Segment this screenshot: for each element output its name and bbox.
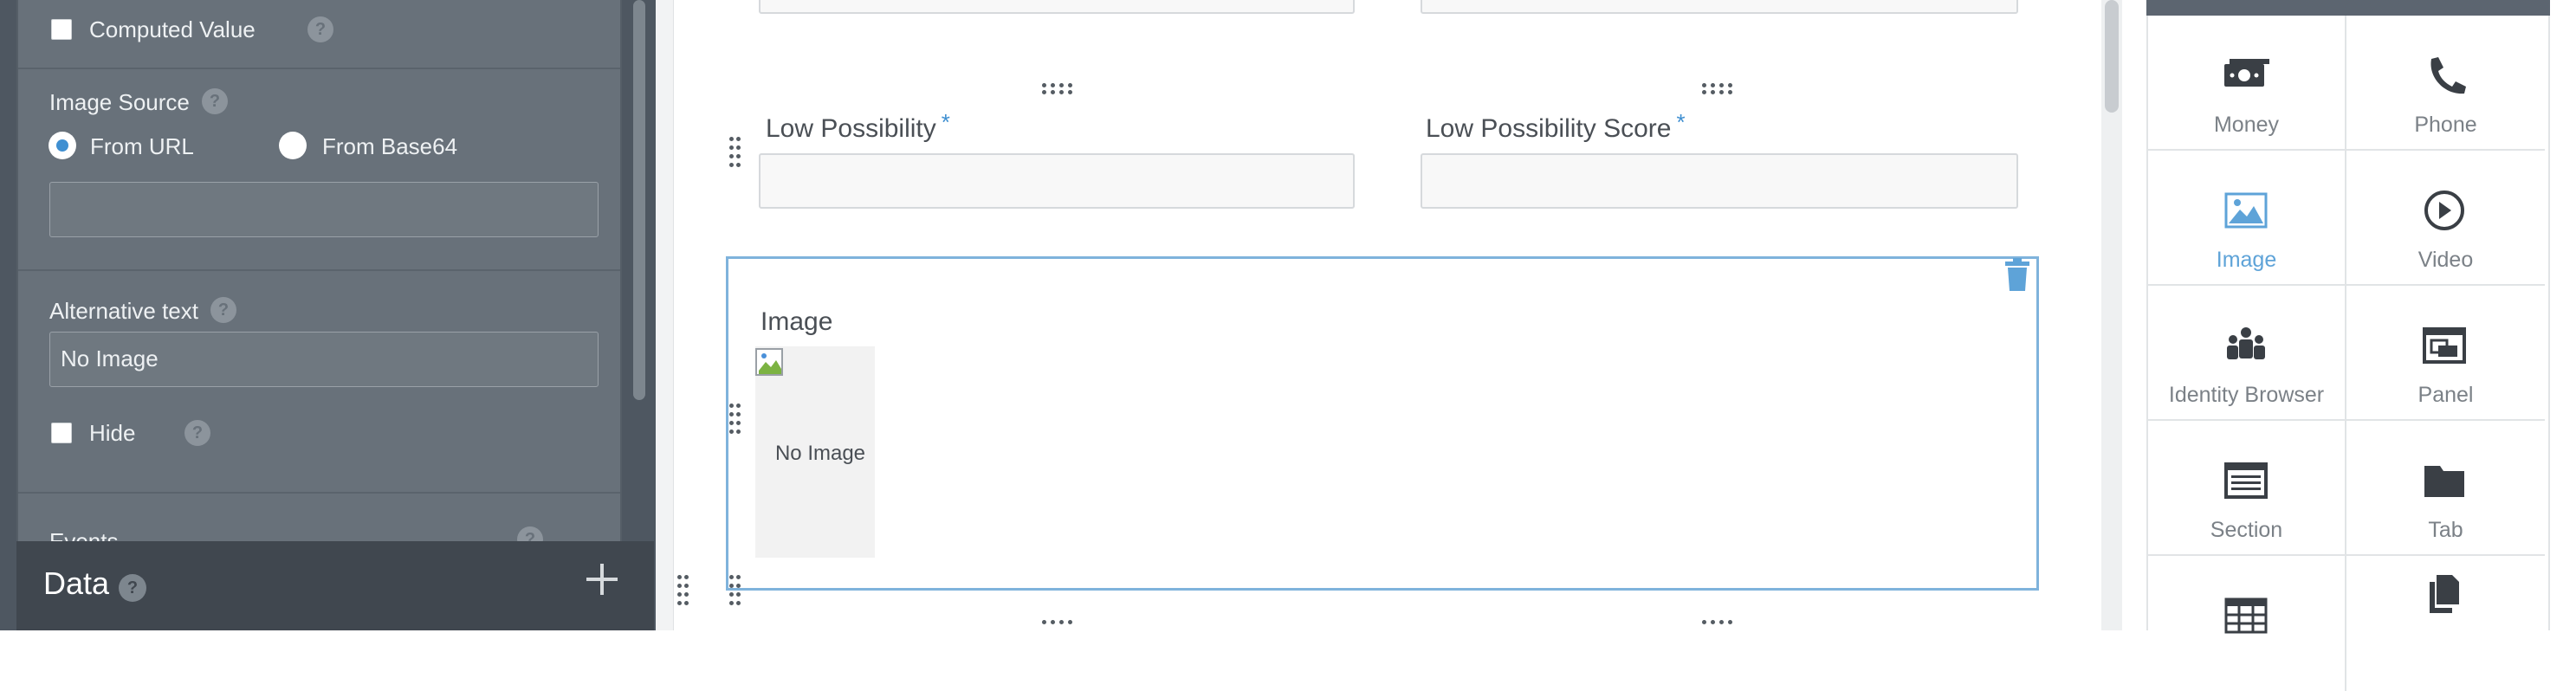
image-widget[interactable] xyxy=(726,256,2039,591)
computed-value-label: Computed Value xyxy=(89,16,256,42)
data-help-icon[interactable]: ? xyxy=(119,574,146,602)
palette-tile-table[interactable] xyxy=(2148,556,2346,691)
image-source-help-icon[interactable]: ? xyxy=(202,88,228,114)
from-url-radio[interactable] xyxy=(49,132,76,159)
from-base64-label: From Base64 xyxy=(322,133,458,159)
palette-tile-label: Identity Browser xyxy=(2168,383,2325,407)
palette-tile-label: Money xyxy=(2213,113,2280,137)
palette-tile-label: Panel xyxy=(2417,383,2474,407)
field-input[interactable] xyxy=(759,0,1355,14)
palette-tile-video[interactable]: Video xyxy=(2346,151,2545,286)
row-drag-handle-icon[interactable] xyxy=(729,404,741,435)
palette-tile-label: Phone xyxy=(2414,113,2477,137)
palette-tile-label: Section xyxy=(2210,518,2283,542)
palette-tile-phone[interactable]: Phone xyxy=(2346,16,2545,151)
divider xyxy=(18,492,620,494)
properties-panel-content: Computed Value ? Image Source ? From URL… xyxy=(16,0,622,554)
hide-checkbox[interactable] xyxy=(51,423,72,443)
palette-tile-money[interactable]: Money xyxy=(2148,16,2346,151)
drag-handle-icon[interactable] xyxy=(1042,83,1073,95)
phone-icon xyxy=(2430,57,2466,94)
image-url-input[interactable] xyxy=(49,182,599,237)
palette-tile-section[interactable]: Section xyxy=(2148,421,2346,556)
canvas-scrollbar-thumb[interactable] xyxy=(2105,0,2119,113)
palette-tile-identity-browser[interactable]: Identity Browser xyxy=(2148,286,2346,421)
computed-value-checkbox[interactable] xyxy=(51,19,72,40)
section-icon xyxy=(2224,462,2268,499)
low-possibility-label: Low Possibility * xyxy=(766,109,950,143)
data-title: Data xyxy=(43,565,110,601)
identity-browser-icon xyxy=(2227,327,2265,359)
divider xyxy=(18,269,620,271)
hide-help-icon[interactable]: ? xyxy=(184,420,210,446)
from-base64-radio[interactable] xyxy=(279,132,307,159)
alt-text-help-icon[interactable]: ? xyxy=(210,297,236,323)
data-bar: Data ? xyxy=(16,541,654,630)
low-possibility-input[interactable] xyxy=(759,153,1355,209)
row-drag-handle-icon[interactable] xyxy=(677,575,689,606)
field-input[interactable] xyxy=(1421,0,2018,14)
palette-tile-tab[interactable]: Tab xyxy=(2346,421,2545,556)
palette-tile-copy[interactable] xyxy=(2346,556,2545,691)
drag-handle-icon[interactable] xyxy=(1702,83,1733,95)
palette-tile-label: Video xyxy=(2417,248,2474,272)
image-source-label: Image Source xyxy=(49,89,190,115)
hide-label: Hide xyxy=(89,420,136,446)
palette-tile-panel[interactable]: Panel xyxy=(2346,286,2545,421)
add-data-icon[interactable] xyxy=(581,559,623,600)
row-drag-handle-icon[interactable] xyxy=(729,575,741,606)
alt-text-label: Alternative text xyxy=(49,298,198,324)
tab-icon xyxy=(2424,466,2464,497)
palette-tile-image[interactable]: Image xyxy=(2148,151,2346,286)
palette-tile-label: Image xyxy=(2216,248,2277,272)
properties-scrollbar-thumb[interactable] xyxy=(633,0,645,400)
broken-image-icon xyxy=(755,348,783,376)
image-widget-label: Image xyxy=(761,307,833,336)
low-possibility-score-input[interactable] xyxy=(1421,153,2018,209)
palette-header xyxy=(2146,0,2550,16)
no-image-text: No Image xyxy=(774,442,866,465)
money-icon xyxy=(2224,59,2269,87)
alt-text-input[interactable]: No Image xyxy=(49,332,599,387)
panel-icon xyxy=(2423,327,2466,364)
palette-tile-label: Tab xyxy=(2428,518,2463,542)
video-icon xyxy=(2424,191,2464,230)
copy-icon xyxy=(2430,575,2459,613)
image-icon xyxy=(2224,192,2268,229)
trash-icon[interactable] xyxy=(2003,258,2031,291)
row-drag-handle-icon[interactable] xyxy=(729,137,741,168)
table-icon xyxy=(2224,597,2268,634)
computed-value-help-icon[interactable]: ? xyxy=(307,16,333,42)
low-possibility-score-label: Low Possibility Score * xyxy=(1426,109,1686,143)
divider xyxy=(18,68,620,69)
properties-panel: Computed Value ? Image Source ? From URL… xyxy=(0,0,656,630)
from-url-label: From URL xyxy=(90,133,194,159)
